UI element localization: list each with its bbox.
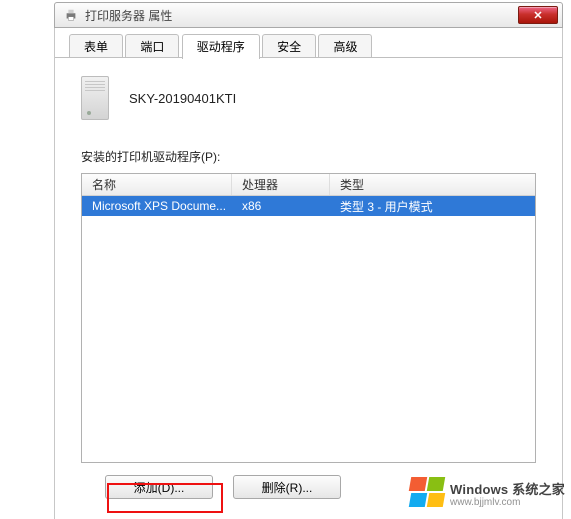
close-icon: ✕ xyxy=(533,9,542,22)
watermark: Windows 系统之家 www.bjjmlv.com xyxy=(408,475,565,511)
col-header-name[interactable]: 名称 xyxy=(82,174,232,195)
tab-ports[interactable]: 端口 xyxy=(125,34,179,58)
window-title: 打印服务器 属性 xyxy=(85,7,172,24)
listview-header: 名称 处理器 类型 xyxy=(82,174,535,196)
col-header-processor[interactable]: 处理器 xyxy=(232,174,330,195)
remove-button[interactable]: 删除(R)... xyxy=(233,475,341,499)
tab-drivers[interactable]: 驱动程序 xyxy=(182,34,260,59)
cell-name: Microsoft XPS Docume... xyxy=(82,196,232,216)
add-button[interactable]: 添加(D)... xyxy=(105,475,213,499)
server-row: SKY-20190401KTI xyxy=(81,76,536,120)
tab-strip: 表单 端口 驱动程序 安全 高级 xyxy=(55,34,562,58)
watermark-text: Windows 系统之家 www.bjjmlv.com xyxy=(450,479,565,508)
titlebar: 打印服务器 属性 ✕ xyxy=(54,2,563,28)
close-button[interactable]: ✕ xyxy=(518,6,558,24)
watermark-brand: Windows xyxy=(450,482,508,497)
dialog-client: 表单 端口 驱动程序 安全 高级 SKY-20190401KTI 安装的打印机驱… xyxy=(54,28,563,519)
tab-security[interactable]: 安全 xyxy=(262,34,316,58)
cell-processor: x86 xyxy=(232,196,330,216)
col-header-type[interactable]: 类型 xyxy=(330,174,535,195)
windows-logo-icon xyxy=(408,475,444,511)
printer-icon xyxy=(63,7,79,23)
watermark-suffix: 系统之家 xyxy=(508,482,565,497)
watermark-url: www.bjjmlv.com xyxy=(450,497,565,508)
installed-drivers-label: 安装的打印机驱动程序(P): xyxy=(81,148,536,165)
server-name: SKY-20190401KTI xyxy=(129,91,236,106)
server-icon xyxy=(81,76,109,120)
drivers-listview[interactable]: 名称 处理器 类型 Microsoft XPS Docume... x86 类型… xyxy=(81,173,536,463)
tab-panel-drivers: SKY-20190401KTI 安装的打印机驱动程序(P): 名称 处理器 类型… xyxy=(55,58,562,509)
cell-type: 类型 3 - 用户模式 xyxy=(330,196,535,216)
table-row[interactable]: Microsoft XPS Docume... x86 类型 3 - 用户模式 xyxy=(82,196,535,216)
tab-advanced[interactable]: 高级 xyxy=(318,34,372,58)
tab-forms[interactable]: 表单 xyxy=(69,34,123,58)
